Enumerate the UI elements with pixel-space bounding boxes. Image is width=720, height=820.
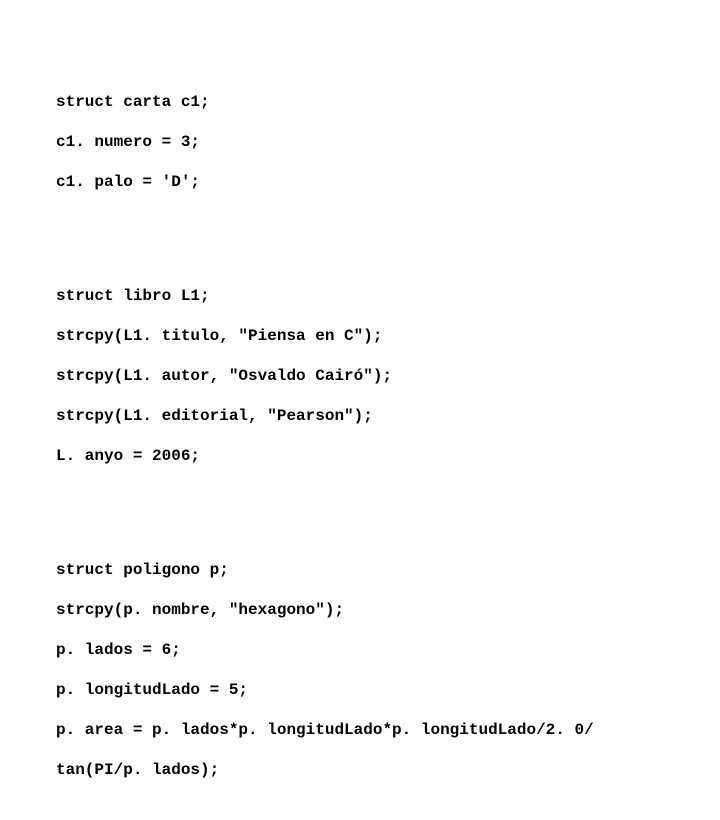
code-page: struct carta c1; c1. numero = 3; c1. pal… (0, 0, 720, 820)
code-line: strcpy(L1. autor, "Osvaldo Cairó"); (56, 366, 720, 386)
code-line: struct carta c1; (56, 92, 720, 112)
code-line: L. anyo = 2006; (56, 446, 720, 466)
code-line: struct poligono p; (56, 560, 720, 580)
code-line: strcpy(L1. editorial, "Pearson"); (56, 406, 720, 426)
code-block-carta: struct carta c1; c1. numero = 3; c1. pal… (56, 72, 720, 212)
code-block-libro: struct libro L1; strcpy(L1. titulo, "Pie… (56, 266, 720, 486)
code-line: c1. palo = 'D'; (56, 172, 720, 192)
code-line: strcpy(L1. titulo, "Piensa en C"); (56, 326, 720, 346)
code-line: p. lados = 6; (56, 640, 720, 660)
code-line: c1. numero = 3; (56, 132, 720, 152)
code-line: tan(PI/p. lados); (56, 760, 720, 780)
code-line: p. longitudLado = 5; (56, 680, 720, 700)
code-line: strcpy(p. nombre, "hexagono"); (56, 600, 720, 620)
code-line: struct libro L1; (56, 286, 720, 306)
code-line: p. area = p. lados*p. longitudLado*p. lo… (56, 720, 720, 740)
code-block-poligono: struct poligono p; strcpy(p. nombre, "he… (56, 540, 720, 800)
